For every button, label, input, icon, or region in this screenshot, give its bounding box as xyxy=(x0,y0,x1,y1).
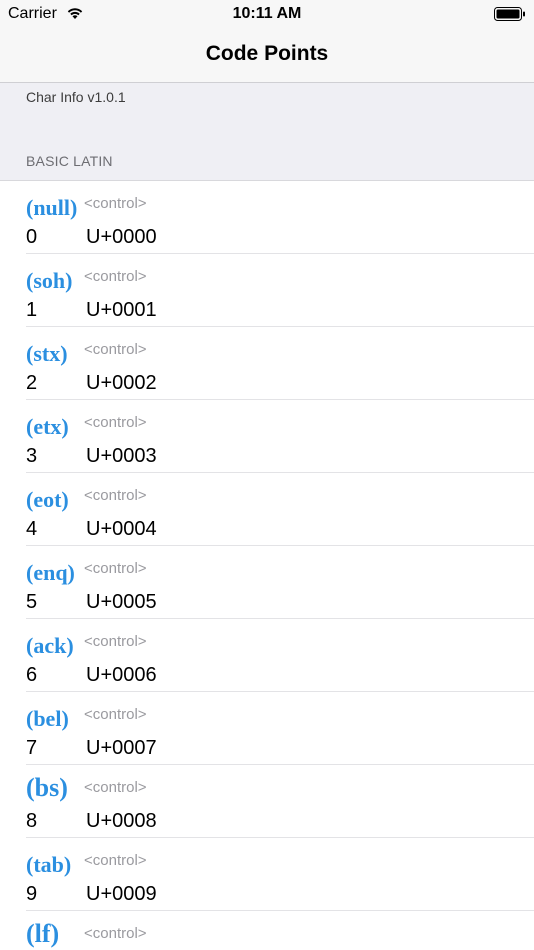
decimal-value: 8 xyxy=(26,810,38,832)
list-item[interactable]: (bs) <control> 8 U+0008 xyxy=(26,765,534,838)
char-abbreviation: (null) xyxy=(26,195,78,220)
decimal-value: 1 xyxy=(26,299,38,321)
code-point: U+0008 xyxy=(86,810,157,832)
char-category: <control> xyxy=(84,779,147,796)
decimal-value: 3 xyxy=(26,445,38,467)
char-abbreviation: (bs) xyxy=(26,773,68,802)
navigation-bar: Code Points xyxy=(0,28,534,83)
status-bar: Carrier 10:11 AM xyxy=(0,0,534,28)
char-abbreviation: (eot) xyxy=(26,487,69,512)
screen: Carrier 10:11 AM Code Points Char Info v… xyxy=(0,0,534,950)
char-abbreviation: (etx) xyxy=(26,414,69,439)
table-header: Char Info v1.0.1 BASIC LATIN xyxy=(0,83,534,181)
char-category: <control> xyxy=(84,560,147,577)
code-point: U+0000 xyxy=(86,226,157,248)
list-item[interactable]: (lf) <control> xyxy=(26,911,534,950)
page-title: Code Points xyxy=(205,42,329,65)
decimal-value: 2 xyxy=(26,372,38,394)
char-abbreviation: (soh) xyxy=(26,268,73,293)
char-category: <control> xyxy=(84,925,147,942)
char-category: <control> xyxy=(84,852,147,869)
list-item[interactable]: (bel) <control> 7 U+0007 xyxy=(26,692,534,765)
section-header: BASIC LATIN xyxy=(26,153,113,169)
decimal-value: 7 xyxy=(26,737,38,759)
code-point: U+0005 xyxy=(86,591,157,613)
decimal-value: 0 xyxy=(26,226,38,248)
decimal-value: 5 xyxy=(26,591,38,613)
code-point: U+0007 xyxy=(86,737,157,759)
char-category: <control> xyxy=(84,706,147,723)
app-version-label: Char Info v1.0.1 xyxy=(26,89,126,105)
code-point: U+0001 xyxy=(86,299,157,321)
code-point: U+0006 xyxy=(86,664,157,686)
char-category: <control> xyxy=(84,341,147,358)
list-item[interactable]: (tab) <control> 9 U+0009 xyxy=(26,838,534,911)
char-category: <control> xyxy=(84,633,147,650)
list-item[interactable]: (etx) <control> 3 U+0003 xyxy=(26,400,534,473)
char-abbreviation: (stx) xyxy=(26,341,68,366)
code-point-list: (null) <control> 0 U+0000 (soh) <control… xyxy=(0,181,534,950)
list-item[interactable]: (soh) <control> 1 U+0001 xyxy=(26,254,534,327)
code-point: U+0009 xyxy=(86,883,157,905)
char-category: <control> xyxy=(84,268,147,285)
char-abbreviation: (enq) xyxy=(26,560,75,585)
char-abbreviation: (lf) xyxy=(26,919,60,948)
char-category: <control> xyxy=(84,414,147,431)
battery-icon xyxy=(494,7,525,21)
code-point: U+0004 xyxy=(86,518,157,540)
decimal-value: 6 xyxy=(26,664,38,686)
char-abbreviation: (ack) xyxy=(26,633,74,658)
char-abbreviation: (tab) xyxy=(26,852,72,877)
list-item[interactable]: (stx) <control> 2 U+0002 xyxy=(26,327,534,400)
clock: 10:11 AM xyxy=(232,5,302,22)
list-item[interactable]: (eot) <control> 4 U+0004 xyxy=(26,473,534,546)
list-item[interactable]: (null) <control> 0 U+0000 xyxy=(26,181,534,254)
code-point: U+0002 xyxy=(86,372,157,394)
code-point: U+0003 xyxy=(86,445,157,467)
char-category: <control> xyxy=(84,487,147,504)
decimal-value: 4 xyxy=(26,518,38,540)
char-category: <control> xyxy=(84,195,147,212)
decimal-value: 9 xyxy=(26,883,38,905)
char-abbreviation: (bel) xyxy=(26,706,69,731)
list-item[interactable]: (enq) <control> 5 U+0005 xyxy=(26,546,534,619)
list-item[interactable]: (ack) <control> 6 U+0006 xyxy=(26,619,534,692)
